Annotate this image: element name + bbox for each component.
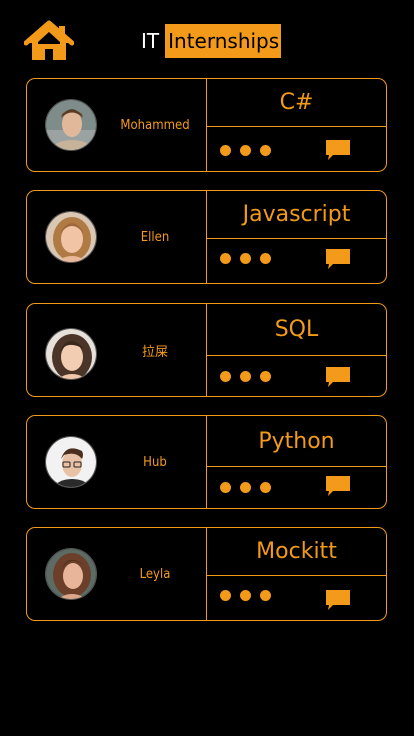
avatar[interactable] [45,328,97,380]
user-name: Mohammed [120,117,190,133]
skill-label: C# [207,79,386,127]
card-details: Mockitt [207,528,386,620]
avatar[interactable] [45,548,97,600]
home-icon[interactable] [23,20,75,62]
chat-bubble-icon[interactable] [325,589,351,611]
card-profile: Hub [27,416,207,508]
internship-card[interactable]: 拉屎 SQL [26,303,387,397]
internship-card[interactable]: Ellen Javascript [26,190,387,284]
internship-card[interactable]: Leyla Mockitt [26,527,387,621]
more-dots-icon[interactable] [220,590,271,601]
card-profile: Mohammed [27,79,207,171]
user-name: Leyla [139,566,171,582]
card-details: Python [207,416,386,508]
app-title: IT Internships [141,24,282,58]
avatar[interactable] [45,99,97,151]
skill-label: SQL [207,304,386,356]
chat-bubble-icon[interactable] [325,475,351,497]
more-dots-icon[interactable] [220,482,271,493]
more-dots-icon[interactable] [220,253,271,264]
internship-card[interactable]: Mohammed C# [26,78,387,172]
skill-label: Mockitt [207,528,386,576]
chat-bubble-icon[interactable] [325,248,351,270]
internship-card[interactable]: Hub Python [26,415,387,509]
card-profile: 拉屎 [27,304,207,396]
user-name: Ellen [140,229,170,245]
avatar[interactable] [45,436,97,488]
card-profile: Ellen [27,191,207,283]
chat-bubble-icon[interactable] [325,366,351,388]
avatar[interactable] [45,211,97,263]
more-dots-icon[interactable] [220,145,271,156]
skill-label: Javascript [207,191,386,239]
card-profile: Leyla [27,528,207,620]
user-name: 拉屎 [141,344,168,360]
app-title-prefix: IT [141,29,160,53]
app-title-main: Internships [165,24,282,58]
card-details: SQL [207,304,386,396]
card-details: C# [207,79,386,171]
skill-label: Python [207,416,386,467]
user-name: Hub [143,454,167,470]
chat-bubble-icon[interactable] [325,139,351,161]
card-details: Javascript [207,191,386,283]
more-dots-icon[interactable] [220,371,271,382]
